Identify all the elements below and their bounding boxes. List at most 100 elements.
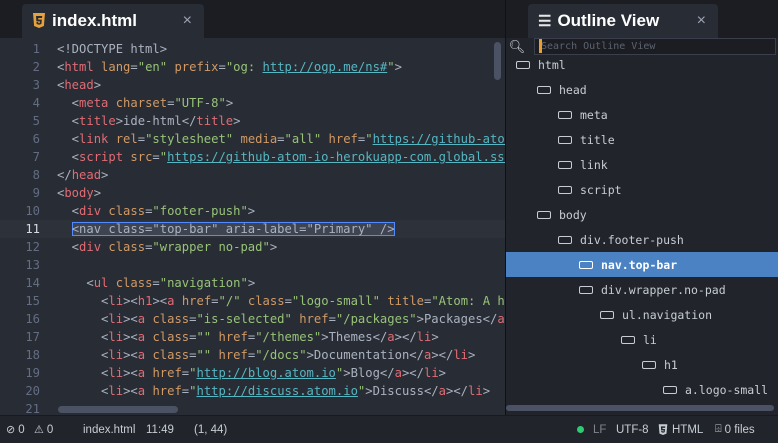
outline-item[interactable]: meta xyxy=(506,102,778,127)
code-token: > xyxy=(438,366,447,380)
horizontal-scrollbar[interactable] xyxy=(506,405,774,411)
code-token: https://github-atom-io-herokuapp-com.glo… xyxy=(167,150,505,164)
code-token: class xyxy=(152,330,190,344)
line-number[interactable]: 2 xyxy=(0,58,40,76)
code-token: < xyxy=(57,204,80,218)
code-line[interactable]: 1 <!DOCTYPE html> xyxy=(0,40,505,58)
grammar-selector[interactable]: HTML xyxy=(658,416,703,443)
outline-item[interactable]: h1 xyxy=(506,352,778,377)
code-token: = xyxy=(284,294,292,308)
line-number[interactable]: 9 xyxy=(0,184,40,202)
code-token: = xyxy=(130,60,138,74)
outline-item[interactable]: nav.top-bar xyxy=(506,252,778,277)
close-icon[interactable]: × xyxy=(697,12,706,30)
horizontal-scrollbar[interactable] xyxy=(58,406,178,413)
git-files[interactable]: ⌹ 0 files xyxy=(715,416,755,443)
line-number[interactable]: 3 xyxy=(0,76,40,94)
code-token: "UTF-8" xyxy=(174,96,226,110)
line-code: <li><a href="http://discuss.atom.io">Dis… xyxy=(57,382,490,400)
code-line[interactable]: 13 xyxy=(0,256,505,274)
code-line[interactable]: 7 <script src="https://github-atom-io-he… xyxy=(0,148,505,166)
code-line[interactable]: 9 <body> xyxy=(0,184,505,202)
tab-title: index.html xyxy=(52,11,138,30)
code-token: > xyxy=(431,330,439,344)
line-number[interactable]: 20 xyxy=(0,382,40,400)
tab-index-html[interactable]: index.html × xyxy=(22,4,204,38)
cursor-position[interactable]: 11:49 xyxy=(146,416,174,443)
code-line[interactable]: 4 <meta charset="UTF-8"> xyxy=(0,94,505,112)
code-line[interactable]: 19 <li><a href="http://blog.atom.io">Blo… xyxy=(0,364,505,382)
outline-item[interactable]: head xyxy=(506,77,778,102)
line-number[interactable]: 19 xyxy=(0,364,40,382)
vertical-scrollbar[interactable] xyxy=(494,42,501,80)
outline-item[interactable]: title xyxy=(506,127,778,152)
line-number[interactable]: 17 xyxy=(0,328,40,346)
code-line[interactable]: 5 <title>ide-html</title> xyxy=(0,112,505,130)
line-number[interactable]: 8 xyxy=(0,166,40,184)
line-number[interactable]: 16 xyxy=(0,310,40,328)
outline-item[interactable]: script xyxy=(506,177,778,202)
encoding[interactable]: UTF-8 xyxy=(616,416,649,443)
line-number[interactable]: 18 xyxy=(0,346,40,364)
code-line[interactable]: 17 <li><a class="" href="/themes">Themes… xyxy=(0,328,505,346)
tag-icon xyxy=(558,185,572,194)
code-line[interactable]: 2 <html lang="en" prefix="og: http://ogp.… xyxy=(0,58,505,76)
tab-outline-view[interactable]: ☰ Outline View × xyxy=(528,4,718,38)
code-line[interactable]: 3 <head> xyxy=(0,76,505,94)
line-number[interactable]: 6 xyxy=(0,130,40,148)
file-path[interactable]: index.html xyxy=(83,416,135,443)
line-number[interactable]: 21 xyxy=(0,400,40,415)
line-code: <div class="wrapper no-pad"> xyxy=(57,238,277,256)
code-line[interactable]: 8 </head> xyxy=(0,166,505,184)
code-token: > xyxy=(225,96,234,110)
code-editor[interactable]: 21 20 <li><a href="http://discuss.atom.io… xyxy=(0,38,505,415)
code-line[interactable]: 15 <li><h1><a href="/" class="logo-small… xyxy=(0,292,505,310)
selected-text: <nav class="top-bar" aria-label="Primary… xyxy=(71,222,395,236)
outline-item[interactable]: div.wrapper.no-pad xyxy=(506,277,778,302)
code-token: link xyxy=(79,132,109,146)
code-token: >Blog</ xyxy=(343,366,395,380)
code-line[interactable]: 18 <li><a class="" href="/docs">Document… xyxy=(0,346,505,364)
error-count[interactable]: ⊘ 0 xyxy=(6,416,25,443)
code-token: > xyxy=(269,240,278,254)
outline-item-label: head xyxy=(559,82,587,97)
line-number[interactable]: 10 xyxy=(0,202,40,220)
code-line[interactable]: 11 <nav class="top-bar" aria-label="Prim… xyxy=(0,220,505,238)
outline-item[interactable]: ul.navigation xyxy=(506,302,778,327)
line-number[interactable]: 13 xyxy=(0,256,40,274)
outline-item[interactable]: link xyxy=(506,152,778,177)
outline-item-label: meta xyxy=(580,107,608,122)
line-number[interactable]: 1 xyxy=(0,40,40,58)
line-number[interactable]: 11 xyxy=(0,220,40,238)
line-number[interactable]: 7 xyxy=(0,148,40,166)
code-token: class xyxy=(152,348,190,362)
selection-count[interactable]: (1, 44) xyxy=(194,416,227,443)
outline-item-label: a.logo-small xyxy=(685,382,769,397)
line-number[interactable]: 15 xyxy=(0,292,40,310)
line-number[interactable]: 4 xyxy=(0,94,40,112)
outline-item[interactable]: html xyxy=(506,52,778,77)
line-number[interactable]: 12 xyxy=(0,238,40,256)
code-token: >< xyxy=(123,366,138,380)
outline-item[interactable]: div.footer-push xyxy=(506,227,778,252)
code-line[interactable]: 20 <li><a href="http://discuss.atom.io">… xyxy=(0,382,505,400)
outline-item[interactable]: body xyxy=(506,202,778,227)
warning-count[interactable]: ⚠︎ 0 xyxy=(34,416,53,443)
code-token: a xyxy=(137,366,146,380)
code-line[interactable]: 12 <div class="wrapper no-pad"> xyxy=(0,238,505,256)
code-line[interactable]: 14 <ul class="navigation"> xyxy=(0,274,505,292)
code-line[interactable]: 6 <link rel="stylesheet" media="all" hre… xyxy=(0,130,505,148)
outline-item[interactable]: li xyxy=(506,327,778,352)
code-line[interactable]: 10 <div class="footer-push"> xyxy=(0,202,505,220)
outline-item[interactable]: a.logo-small xyxy=(506,377,778,402)
code-token: "is-selected" xyxy=(196,312,292,326)
line-number[interactable]: 5 xyxy=(0,112,40,130)
code-line[interactable]: 16 <li><a class="is-selected" href="/pac… xyxy=(0,310,505,328)
close-icon[interactable]: × xyxy=(183,12,192,30)
line-ending[interactable]: LF xyxy=(593,416,606,443)
code-token: "/themes" xyxy=(255,330,322,344)
line-number[interactable]: 14 xyxy=(0,274,40,292)
code-token: > xyxy=(233,114,241,128)
